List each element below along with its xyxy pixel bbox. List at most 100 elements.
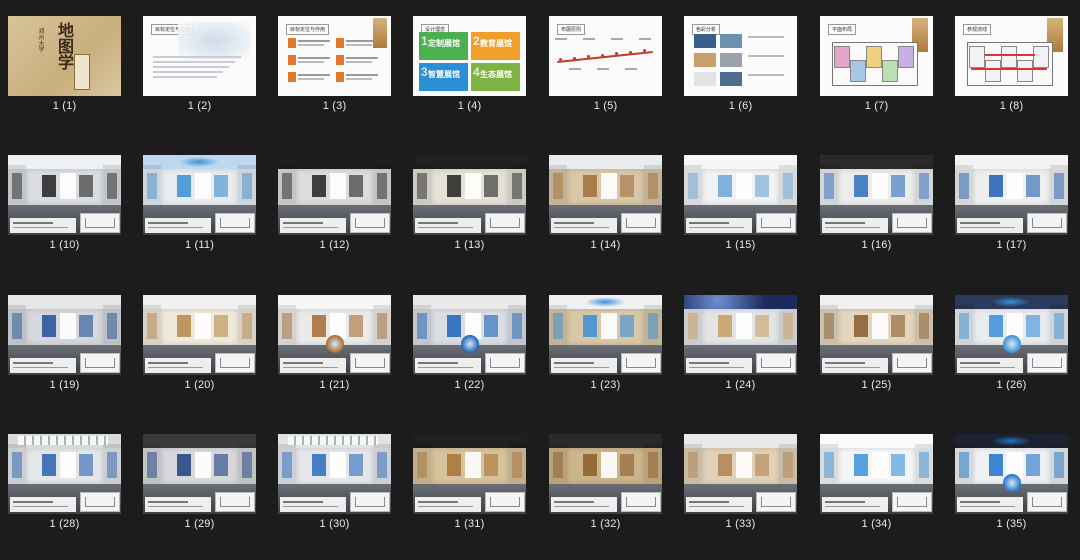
slide-thumbnail-tile[interactable]: 设计理念 定制展馆 1 教育展馆 2 智慧展馆 3 生态展馆 4 1 (4) [413, 16, 526, 114]
side-panel [12, 452, 22, 478]
slide-label: 1 (19) [49, 379, 80, 391]
slide-thumbnail-tile[interactable]: 参观流线 1 (8) [955, 16, 1068, 114]
exhibit-panel [214, 315, 228, 337]
slide-thumbnail-tile[interactable]: 目标定位与作用 1 (3) [278, 16, 391, 114]
exhibit-panel [447, 315, 461, 337]
side-panel [377, 313, 387, 339]
exhibit-panel [755, 454, 769, 476]
slide-thumbnail-tile[interactable]: 1 (17) [955, 155, 1068, 253]
slide-preview[interactable]: 参观流线 [955, 16, 1068, 96]
side-panel [824, 452, 834, 478]
slide-preview[interactable] [549, 434, 662, 514]
slide-preview[interactable]: 地图学 郑州大学 [8, 16, 121, 96]
slide-thumbnail-tile[interactable]: 1 (21) [278, 295, 391, 393]
timeline-dot [643, 49, 646, 52]
slide-preview[interactable]: 设计理念 定制展馆 1 教育展馆 2 智慧展馆 3 生态展馆 4 [413, 16, 526, 96]
slide-thumbnail-tile[interactable]: 1 (28) [8, 434, 121, 532]
color-swatch [694, 53, 716, 67]
caption-card [957, 358, 1023, 373]
slide-thumbnail-tile[interactable]: 1 (22) [413, 295, 526, 393]
exhibit-panel [349, 175, 363, 197]
slide-preview[interactable]: 平面布局 [820, 16, 933, 96]
number-badge [288, 72, 296, 82]
number-badge [336, 38, 344, 48]
side-panel [648, 452, 658, 478]
slide-preview[interactable] [820, 155, 933, 235]
slide-preview[interactable] [278, 295, 391, 375]
slide-preview[interactable] [684, 155, 797, 235]
slide-thumbnail-tile[interactable]: 平面布局 1 (7) [820, 16, 933, 114]
plan-room [866, 46, 882, 68]
exhibit-panel [736, 452, 752, 478]
slide-thumbnail-tile[interactable]: 1 (26) [955, 295, 1068, 393]
text-line [298, 40, 330, 42]
slide-preview[interactable]: 目标定位与作用 [143, 16, 256, 96]
slide-thumbnail-tile[interactable]: 1 (30) [278, 434, 391, 532]
slide-preview[interactable] [955, 155, 1068, 235]
slide-thumbnail-tile[interactable]: 1 (10) [8, 155, 121, 253]
slide-label: 1 (12) [319, 239, 350, 251]
slide-thumbnail-tile[interactable]: 布展原则 1 (5) [549, 16, 662, 114]
slide-preview[interactable] [8, 155, 121, 235]
side-panel [688, 452, 698, 478]
slide-thumbnail-tile[interactable]: 1 (32) [549, 434, 662, 532]
slide-preview[interactable]: 色彩分析 [684, 16, 797, 96]
slide-preview[interactable] [8, 434, 121, 514]
slide-preview[interactable] [955, 434, 1068, 514]
slide-preview[interactable] [143, 295, 256, 375]
exhibit-panel [872, 313, 888, 339]
slide-preview[interactable] [549, 295, 662, 375]
slide-thumbnail-tile[interactable]: 色彩分析 1 (6) [684, 16, 797, 114]
caption-card [822, 358, 888, 373]
slide-heading: 平面布局 [828, 24, 857, 35]
slide-label: 1 (17) [996, 239, 1027, 251]
slide-thumbnail-tile[interactable]: 1 (35) [955, 434, 1068, 532]
exhibit-panel [1026, 454, 1040, 476]
hex-ceiling [288, 436, 378, 445]
slide-thumbnail-tile[interactable]: 1 (11) [143, 155, 256, 253]
ceiling-light [179, 157, 219, 167]
slide-thumbnail-tile[interactable]: 1 (12) [278, 155, 391, 253]
slide-preview[interactable] [820, 295, 933, 375]
exhibit-panel [755, 315, 769, 337]
slide-thumbnail-tile[interactable]: 1 (13) [413, 155, 526, 253]
side-panel [417, 452, 427, 478]
slide-preview[interactable] [820, 434, 933, 514]
slide-thumbnail-tile[interactable]: 1 (16) [820, 155, 933, 253]
slide-thumbnail-tile[interactable]: 1 (20) [143, 295, 256, 393]
plan-room [985, 60, 1001, 82]
hex-ceiling [18, 436, 108, 445]
slide-preview[interactable] [8, 295, 121, 375]
slide-preview[interactable] [278, 155, 391, 235]
slide-preview[interactable] [549, 155, 662, 235]
slide-preview[interactable] [413, 155, 526, 235]
slide-thumbnail-tile[interactable]: 1 (23) [549, 295, 662, 393]
slide-thumbnail-tile[interactable]: 1 (24) [684, 295, 797, 393]
exhibit-panel [891, 175, 905, 197]
slide-thumbnail-tile[interactable]: 1 (31) [413, 434, 526, 532]
exhibit-panel [60, 173, 76, 199]
slide-thumbnail-tile[interactable]: 1 (14) [549, 155, 662, 253]
slide-thumbnail-tile[interactable]: 1 (29) [143, 434, 256, 532]
slide-preview[interactable] [413, 295, 526, 375]
slide-preview[interactable] [684, 295, 797, 375]
slide-preview[interactable]: 目标定位与作用 [278, 16, 391, 96]
slide-preview[interactable] [413, 434, 526, 514]
slide-thumbnail-tile[interactable]: 地图学 郑州大学 1 (1) [8, 16, 121, 114]
slide-preview[interactable] [143, 155, 256, 235]
slide-preview[interactable] [684, 434, 797, 514]
slide-label: 1 (35) [996, 518, 1027, 530]
side-panel [282, 313, 292, 339]
exhibit-panel [755, 175, 769, 197]
slide-thumbnail-tile[interactable]: 1 (15) [684, 155, 797, 253]
slide-thumbnail-tile[interactable]: 1 (33) [684, 434, 797, 532]
slide-thumbnail-tile[interactable]: 1 (19) [8, 295, 121, 393]
slide-thumbnail-tile[interactable]: 目标定位与作用 1 (2) [143, 16, 256, 114]
slide-thumbnail-tile[interactable]: 1 (25) [820, 295, 933, 393]
slide-thumbnail-tile[interactable]: 1 (34) [820, 434, 933, 532]
slide-preview[interactable] [143, 434, 256, 514]
slide-preview[interactable]: 布展原则 [549, 16, 662, 96]
slide-preview[interactable] [278, 434, 391, 514]
slide-preview[interactable] [955, 295, 1068, 375]
timeline-line [557, 50, 653, 64]
